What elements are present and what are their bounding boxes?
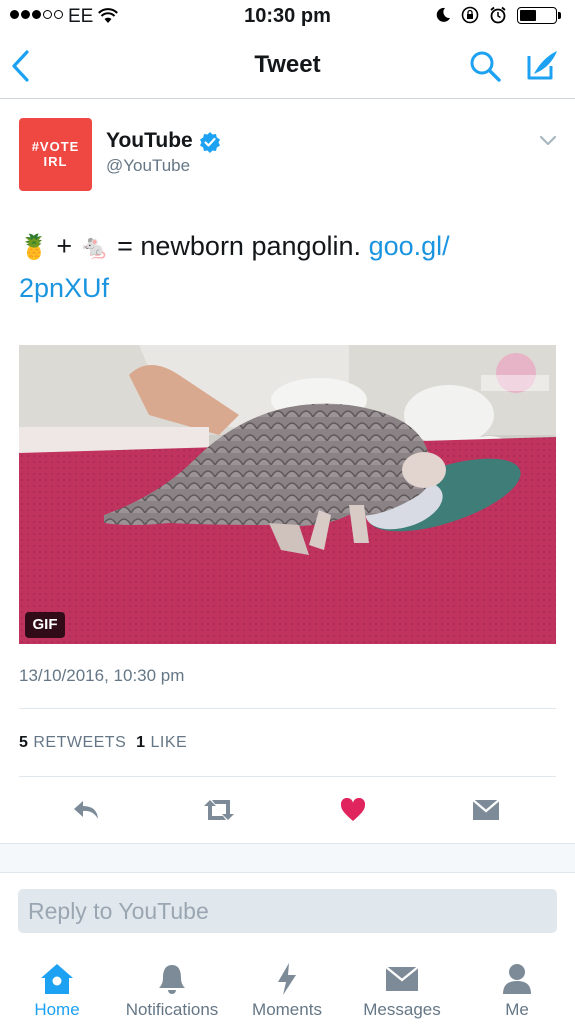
verified-badge-icon bbox=[200, 132, 220, 153]
envelope-icon bbox=[472, 799, 500, 820]
tab-me[interactable]: Me bbox=[468, 952, 566, 1024]
nav-bar: Tweet bbox=[0, 34, 575, 99]
tweet-body: = newborn pangolin. bbox=[117, 231, 362, 261]
tab-label-home: Home bbox=[34, 1000, 80, 1019]
envelope-icon bbox=[385, 966, 419, 991]
avatar-text-line2: IRL bbox=[43, 154, 68, 169]
retweets-label[interactable]: RETWEETS bbox=[33, 734, 126, 751]
retweet-icon bbox=[204, 800, 234, 820]
like-button[interactable] bbox=[333, 795, 373, 825]
tab-notifications[interactable]: Notifications bbox=[116, 952, 228, 1024]
section-separator bbox=[0, 843, 575, 873]
reply-field[interactable]: Reply to YouTube bbox=[18, 889, 557, 933]
tab-moments[interactable]: Moments bbox=[238, 952, 336, 1024]
search-icon[interactable] bbox=[468, 49, 502, 83]
tab-label-messages: Messages bbox=[363, 1000, 441, 1019]
person-icon bbox=[503, 964, 531, 994]
tab-messages[interactable]: Messages bbox=[353, 952, 451, 1024]
rotation-lock-icon bbox=[461, 6, 479, 24]
pangolin-gif-image bbox=[19, 345, 556, 644]
retweet-button[interactable] bbox=[199, 795, 239, 825]
tweet-text: 🍍 + 🐁 = newborn pangolin. goo.gl/2pnXUf bbox=[19, 226, 549, 309]
display-name[interactable]: YouTube bbox=[106, 129, 193, 153]
home-icon bbox=[41, 964, 73, 994]
likes-label[interactable]: LIKE bbox=[151, 734, 188, 751]
tweet-stats: 5 RETWEETS 1 LIKE bbox=[19, 734, 187, 752]
tab-home[interactable]: Home bbox=[8, 952, 106, 1024]
heart-icon bbox=[340, 798, 366, 821]
tweet-media-gif[interactable] bbox=[19, 345, 556, 644]
battery-icon bbox=[517, 6, 557, 24]
direct-message-button[interactable] bbox=[466, 795, 506, 825]
tab-label-notifications: Notifications bbox=[125, 1000, 219, 1019]
avatar[interactable]: #VOTE IRL bbox=[19, 118, 92, 191]
mouse-emoji: 🐁 bbox=[79, 233, 110, 261]
pineapple-emoji: 🍍 bbox=[19, 233, 49, 261]
divider bbox=[19, 708, 556, 709]
compose-icon[interactable] bbox=[524, 48, 560, 82]
lightning-icon bbox=[278, 963, 296, 995]
tweet-link-part2[interactable]: 2pnXUf bbox=[19, 273, 109, 303]
reply-button[interactable] bbox=[66, 795, 106, 825]
handle[interactable]: @YouTube bbox=[106, 156, 190, 176]
alarm-icon bbox=[490, 6, 506, 24]
tab-bar: Home Notifications Moments Messages Me bbox=[0, 952, 575, 1024]
divider bbox=[19, 776, 556, 777]
avatar-text-line1: #VOTE bbox=[31, 139, 80, 154]
tweet-timestamp: 13/10/2016, 10:30 pm bbox=[19, 666, 185, 685]
plus-sign: + bbox=[56, 231, 73, 261]
reply-placeholder[interactable]: Reply to YouTube bbox=[28, 898, 209, 925]
retweets-count[interactable]: 5 bbox=[19, 734, 28, 751]
tab-label-moments: Moments bbox=[252, 1000, 322, 1019]
gif-badge: GIF bbox=[25, 612, 65, 638]
reply-icon bbox=[74, 801, 98, 819]
likes-count[interactable]: 1 bbox=[136, 734, 145, 751]
chevron-down-icon[interactable] bbox=[538, 134, 558, 148]
moon-icon bbox=[436, 7, 450, 22]
status-bar: EE 10:30 pm bbox=[0, 0, 575, 34]
tweet-link-part1[interactable]: goo.gl/ bbox=[369, 231, 450, 261]
bell-icon bbox=[159, 965, 185, 994]
tab-label-me: Me bbox=[505, 1000, 529, 1019]
